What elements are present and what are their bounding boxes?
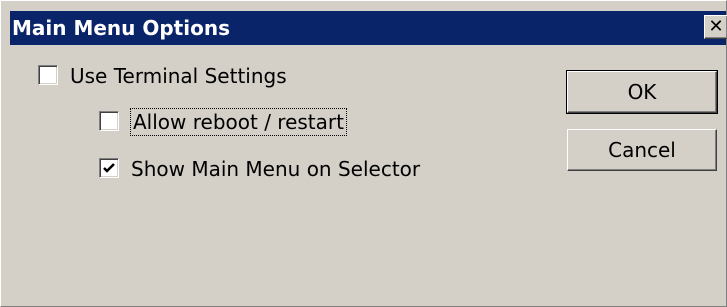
main-menu-options-dialog: Main Menu Options ✕ Use Terminal Setting… xyxy=(0,0,727,307)
checkmark-icon xyxy=(103,163,115,173)
cancel-button[interactable]: Cancel xyxy=(567,129,717,171)
allow-reboot-restart-option[interactable]: Allow reboot / restart xyxy=(99,108,359,136)
show-main-menu-on-selector-checkbox[interactable] xyxy=(99,158,119,178)
dialog-title: Main Menu Options xyxy=(12,16,230,40)
allow-reboot-restart-checkbox[interactable] xyxy=(99,111,119,131)
use-terminal-settings-checkbox[interactable] xyxy=(38,65,58,85)
show-main-menu-on-selector-option[interactable]: Show Main Menu on Selector xyxy=(99,156,439,182)
show-main-menu-on-selector-label: Show Main Menu on Selector xyxy=(131,157,421,181)
allow-reboot-restart-label: Allow reboot / restart xyxy=(130,108,347,136)
title-bar[interactable]: Main Menu Options ✕ xyxy=(10,11,727,45)
use-terminal-settings-option[interactable]: Use Terminal Settings xyxy=(38,63,338,89)
use-terminal-settings-label: Use Terminal Settings xyxy=(70,64,287,88)
ok-button[interactable]: OK xyxy=(566,70,718,114)
close-button[interactable]: ✕ xyxy=(704,15,727,39)
close-icon: ✕ xyxy=(708,16,724,37)
